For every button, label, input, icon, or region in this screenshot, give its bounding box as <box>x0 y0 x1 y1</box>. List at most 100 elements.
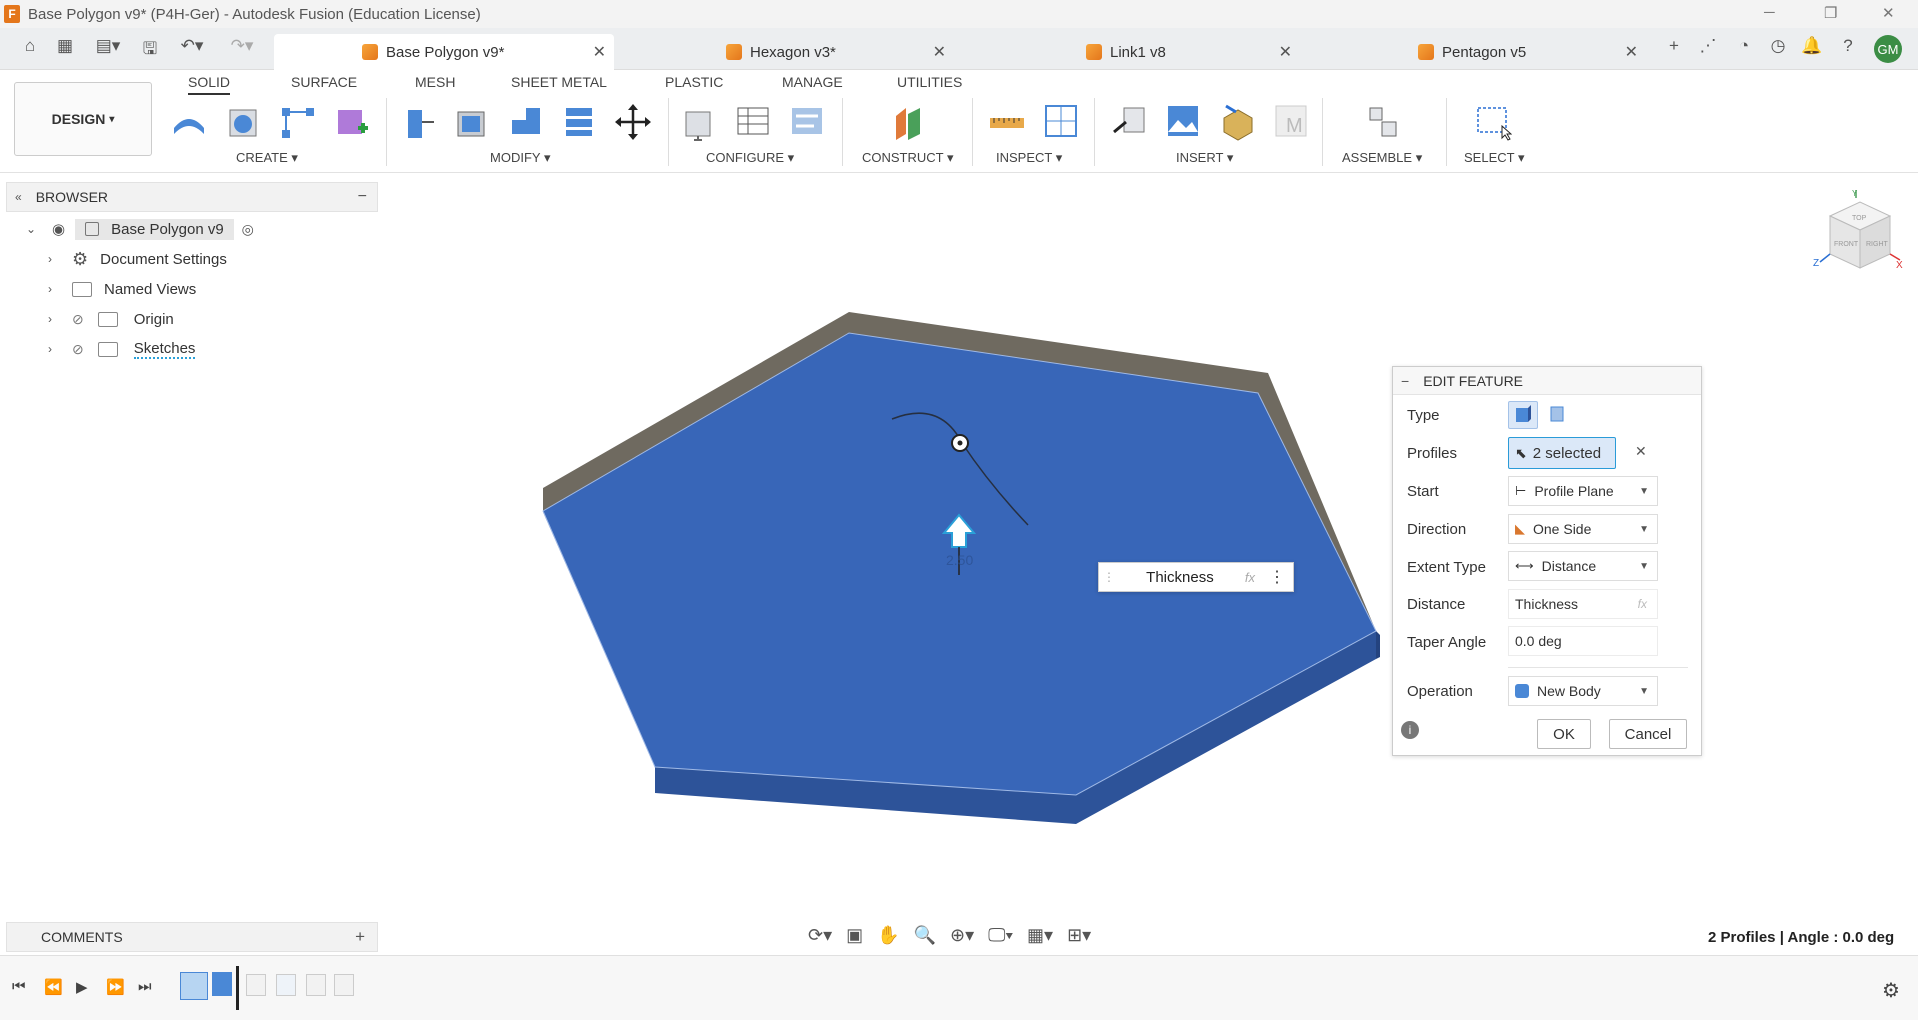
type-thin-icon[interactable] <box>1544 401 1574 429</box>
chevron-right-icon[interactable]: › <box>48 312 62 326</box>
browser-root[interactable]: ⌄ ◉ Base Polygon v9 ◎ <box>26 217 254 241</box>
undo-icon[interactable]: ↶▾ <box>172 36 212 60</box>
timeline-extrude-item[interactable] <box>212 972 232 996</box>
close-tab-icon[interactable]: ✕ <box>1279 42 1292 62</box>
insert-derive-icon[interactable] <box>1110 102 1148 142</box>
home-icon[interactable]: ⌂ <box>18 36 42 60</box>
browser-item-origin[interactable]: › ⊘ Origin <box>48 307 174 331</box>
distance-input[interactable]: Thickness fx <box>1508 589 1658 619</box>
move-copy-icon[interactable] <box>614 102 652 142</box>
timeline-marker[interactable] <box>236 966 239 1010</box>
configure-icon[interactable] <box>680 102 718 142</box>
distance-input-popup[interactable]: ⋮ Thickness fx ⋮ <box>1098 562 1294 592</box>
theme-icon[interactable] <box>788 102 826 142</box>
popup-value[interactable]: Thickness <box>1115 569 1245 586</box>
start-dropdown[interactable]: ⊢ Profile Plane ▼ <box>1508 476 1658 506</box>
view-cube-front[interactable]: FRONT <box>1834 241 1859 248</box>
close-tab-icon[interactable]: ✕ <box>593 42 606 62</box>
chevron-right-icon[interactable]: › <box>48 282 62 296</box>
notifications-icon[interactable]: 🔔 <box>1800 36 1824 60</box>
restore-icon[interactable]: ❐ <box>1824 4 1837 22</box>
ribbon-tab-manage[interactable]: MANAGE <box>782 74 843 90</box>
taper-input[interactable]: 0.0 deg <box>1508 626 1658 656</box>
group-inspect[interactable]: INSPECT ▾ <box>996 150 1062 166</box>
joint-icon[interactable] <box>1364 102 1402 142</box>
fx-icon[interactable]: fx <box>1245 570 1255 585</box>
view-cube-right[interactable]: RIGHT <box>1866 241 1889 248</box>
add-comment-icon[interactable]: + <box>355 927 365 947</box>
hidden-eye-icon[interactable]: ⊘ <box>72 341 84 358</box>
ribbon-tab-plastic[interactable]: PLASTIC <box>665 74 723 90</box>
help-icon[interactable]: ? <box>1836 36 1860 60</box>
close-tab-icon[interactable]: ✕ <box>1625 42 1638 62</box>
group-insert[interactable]: INSERT ▾ <box>1176 150 1233 166</box>
tab-hexagon[interactable]: Hexagon v3* ✕ <box>614 34 954 70</box>
chevron-right-icon[interactable]: › <box>48 342 62 356</box>
group-configure[interactable]: CONFIGURE ▾ <box>706 150 794 166</box>
ribbon-tab-surface[interactable]: SURFACE <box>291 74 357 90</box>
group-construct[interactable]: CONSTRUCT ▾ <box>862 150 954 166</box>
workspace-switcher[interactable]: DESIGN ▾ <box>14 82 152 156</box>
collapse-dialog-icon[interactable]: − <box>1401 373 1409 389</box>
extent-dropdown[interactable]: ⟷ Distance ▼ <box>1508 551 1658 581</box>
save-icon[interactable]: 🖫 <box>138 36 162 60</box>
eye-icon[interactable]: ◉ <box>52 220 65 238</box>
clear-selection-icon[interactable]: ✕ <box>1635 443 1647 460</box>
timeline-item[interactable] <box>246 974 266 996</box>
chamfer-icon[interactable] <box>506 102 544 142</box>
create-form-icon[interactable] <box>224 102 262 142</box>
timeline-item[interactable] <box>306 974 326 996</box>
profiles-selection[interactable]: ⬉ 2 selected <box>1508 437 1616 469</box>
group-select[interactable]: SELECT ▾ <box>1464 150 1524 166</box>
extrude-icon[interactable] <box>278 102 316 142</box>
orbit-icon[interactable]: ⟳▾ <box>808 925 832 946</box>
section-analysis-icon[interactable] <box>1042 102 1080 142</box>
fit-icon[interactable]: ⊕▾ <box>950 925 974 946</box>
measure-icon[interactable] <box>988 102 1026 142</box>
close-tab-icon[interactable]: ✕ <box>933 42 946 62</box>
clock-icon[interactable]: ◷ <box>1766 36 1790 60</box>
browser-item-document-settings[interactable]: › ⚙ Document Settings <box>48 247 227 271</box>
display-settings-icon[interactable]: 🖵▾ <box>988 925 1013 946</box>
go-to-end-icon[interactable]: ⏭ <box>138 978 152 995</box>
view-cube-top[interactable]: TOP <box>1852 215 1867 222</box>
job-status-icon[interactable]: ◔ <box>1732 36 1756 60</box>
step-forward-icon[interactable]: ⏩ <box>106 978 125 996</box>
step-back-icon[interactable]: ⏪ <box>44 978 63 996</box>
insert-mcmaster-icon[interactable]: M <box>1272 102 1310 142</box>
look-at-icon[interactable]: ▣ <box>846 925 863 946</box>
direction-dropdown[interactable]: ◣ One Side ▼ <box>1508 514 1658 544</box>
group-create[interactable]: CREATE ▾ <box>236 150 298 166</box>
offset-plane-icon[interactable] <box>890 102 928 142</box>
ribbon-tab-mesh[interactable]: MESH <box>415 74 455 90</box>
play-icon[interactable]: ▶ <box>76 978 88 996</box>
chevron-down-icon[interactable]: ⌄ <box>26 222 40 236</box>
configuration-table-icon[interactable] <box>734 102 772 142</box>
tab-base-polygon[interactable]: Base Polygon v9* ✕ <box>274 34 614 70</box>
fx-icon[interactable]: fx <box>1638 597 1647 611</box>
group-assemble[interactable]: ASSEMBLE ▾ <box>1342 150 1422 166</box>
operation-dropdown[interactable]: New Body ▼ <box>1508 676 1658 706</box>
go-to-start-icon[interactable]: ⏮ <box>12 978 26 995</box>
insert-mesh-icon[interactable] <box>1218 102 1256 142</box>
extensions-icon[interactable]: ⋰ <box>1696 36 1720 60</box>
press-pull-icon[interactable] <box>398 102 436 142</box>
timeline-item[interactable] <box>334 974 354 996</box>
group-modify[interactable]: MODIFY ▾ <box>490 150 550 166</box>
create-component-icon[interactable] <box>332 102 370 142</box>
collapse-panel-icon[interactable]: « <box>15 190 22 204</box>
fillet-icon[interactable] <box>452 102 490 142</box>
type-solid-icon[interactable] <box>1508 401 1538 429</box>
drag-handle-icon[interactable]: ⋮ <box>1103 570 1115 584</box>
grid-icon[interactable]: ▦ <box>53 36 77 60</box>
timeline-settings-icon[interactable]: ⚙ <box>1882 978 1900 1003</box>
insert-canvas-icon[interactable] <box>1164 102 1202 142</box>
info-icon[interactable]: i <box>1401 721 1419 739</box>
avatar[interactable]: GM <box>1874 35 1902 63</box>
new-sketch-icon[interactable] <box>170 102 208 142</box>
timeline-sketch-item[interactable] <box>180 972 208 1000</box>
close-icon[interactable]: ✕ <box>1882 4 1895 22</box>
minimize-icon[interactable]: ─ <box>1764 4 1775 21</box>
ribbon-tab-sheet-metal[interactable]: SHEET METAL <box>511 74 607 90</box>
ok-button[interactable]: OK <box>1537 719 1591 749</box>
